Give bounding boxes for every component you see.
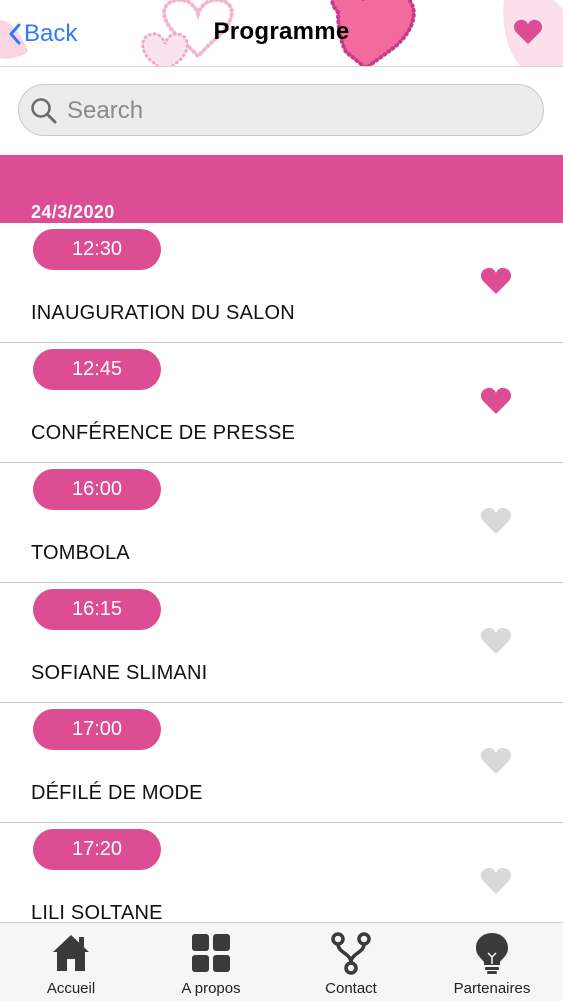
- tab-contact[interactable]: Contact: [281, 923, 421, 1001]
- date-section-header: 24/3/2020: [0, 155, 563, 223]
- page-title: Programme: [213, 18, 350, 45]
- event-name: DÉFILÉ DE MODE: [31, 782, 203, 804]
- favorite-heart-icon[interactable]: [480, 626, 512, 656]
- event-time-badge[interactable]: 17:00: [33, 709, 161, 750]
- tab-label: Contact: [325, 980, 377, 997]
- event-row[interactable]: 17:20 LILI SOLTANE: [0, 823, 563, 922]
- fork-icon: [331, 932, 371, 975]
- favorite-heart-icon[interactable]: [480, 746, 512, 776]
- tab-partenaires[interactable]: Partenaires: [422, 923, 562, 1001]
- favorite-heart-icon[interactable]: [480, 866, 512, 896]
- event-name: CONFÉRENCE DE PRESSE: [31, 422, 296, 444]
- favorite-heart-icon[interactable]: [480, 506, 512, 536]
- event-row[interactable]: 16:00 TOMBOLA: [0, 463, 563, 583]
- event-time-badge[interactable]: 17:20: [33, 829, 161, 870]
- grid-icon: [192, 934, 230, 972]
- tab-label: A propos: [181, 980, 241, 997]
- tab-label: Accueil: [46, 980, 96, 997]
- home-icon: [53, 935, 89, 971]
- search-input[interactable]: [65, 85, 529, 137]
- favorites-heart-icon[interactable]: [513, 18, 543, 46]
- event-time-badge[interactable]: 16:00: [33, 469, 161, 510]
- event-row[interactable]: 12:45 CONFÉRENCE DE PRESSE: [0, 343, 563, 463]
- event-name: LILI SOLTANE: [31, 902, 163, 922]
- event-list: 12:30 INAUGURATION DU SALON 12:45 CONFÉR…: [0, 223, 563, 922]
- tab-accueil[interactable]: Accueil: [1, 923, 141, 1001]
- search-icon: [31, 98, 57, 124]
- section-date: 24/3/2020: [31, 202, 115, 222]
- nav-bar: Back Programme: [0, 0, 563, 67]
- event-name: SOFIANE SLIMANI: [31, 662, 208, 684]
- lightbulb-icon: [476, 933, 508, 974]
- favorite-heart-icon[interactable]: [480, 266, 512, 296]
- event-row[interactable]: 16:15 SOFIANE SLIMANI: [0, 583, 563, 703]
- event-name: INAUGURATION DU SALON: [31, 302, 295, 324]
- event-time-badge[interactable]: 12:30: [33, 229, 161, 270]
- search-field[interactable]: [18, 84, 544, 137]
- tab-label: Partenaires: [453, 980, 531, 997]
- event-row[interactable]: 12:30 INAUGURATION DU SALON: [0, 223, 563, 343]
- event-name: TOMBOLA: [31, 542, 130, 564]
- tab-a-propos[interactable]: A propos: [141, 923, 281, 1001]
- search-bar: [0, 67, 563, 155]
- event-time-badge[interactable]: 12:45: [33, 349, 161, 390]
- event-time-badge[interactable]: 16:15: [33, 589, 161, 630]
- event-row[interactable]: 17:00 DÉFILÉ DE MODE: [0, 703, 563, 823]
- favorite-heart-icon[interactable]: [480, 386, 512, 416]
- tab-bar: Accueil A propos Contact Partenaires: [0, 922, 563, 1001]
